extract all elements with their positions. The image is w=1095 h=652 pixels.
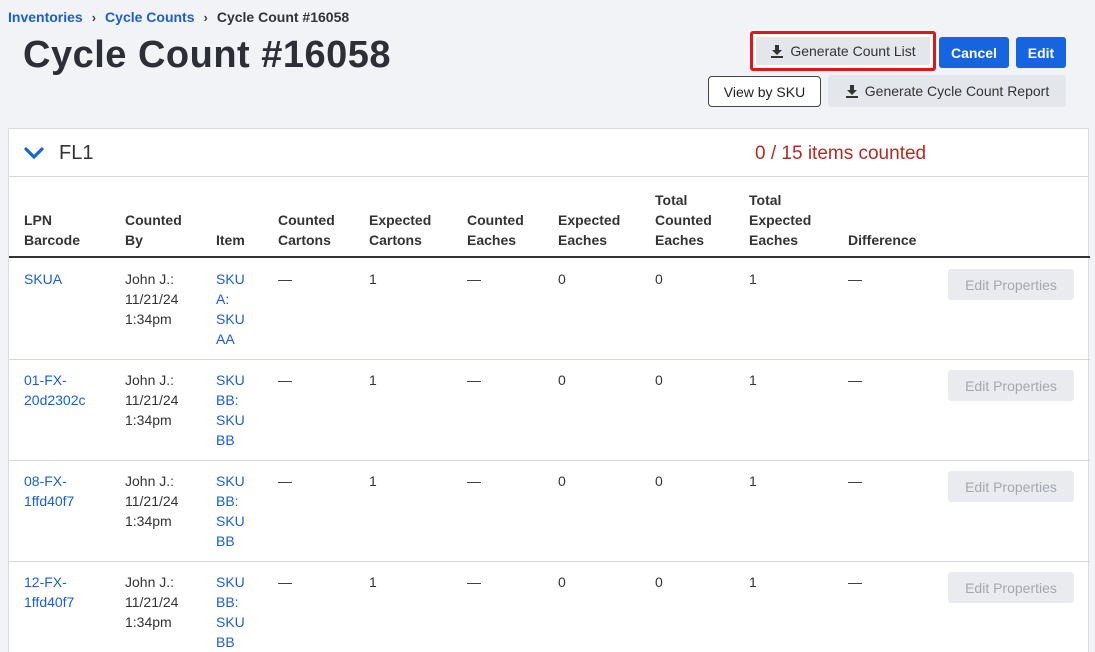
counted-by: John J.: 11/21/24 1:34pm [125,574,179,630]
header-counted-eaches: Counted Eaches [467,212,524,248]
expected-eaches: 0 [558,372,566,388]
expected-cartons: 1 [369,473,377,489]
counted-eaches: — [467,473,481,489]
lpn-barcode-link[interactable]: SKUA [24,269,62,289]
chevron-down-icon[interactable] [24,146,44,160]
expected-cartons: 1 [369,372,377,388]
table-row: SKUA John J.: 11/21/24 1:34pm SKU A: SKU AA —… [9,259,1090,360]
difference: — [848,473,862,489]
lpn-barcode-link[interactable]: 12-FX- 1ffd40f7 [24,572,74,612]
total-counted-eaches: 0 [655,271,663,287]
download-icon [771,45,784,58]
counted-by: John J.: 11/21/24 1:34pm [125,372,179,428]
panel-header[interactable]: FL1 0 / 15 items counted [9,129,1088,177]
lpn-barcode-link[interactable]: 08-FX- 1ffd40f7 [24,471,74,511]
breadcrumb-current: Cycle Count #16058 [216,9,350,25]
edit-properties-button[interactable]: Edit Properties [948,269,1074,300]
counted-eaches: — [467,271,481,287]
total-expected-eaches: 1 [749,574,757,590]
chevron-right-icon: › [91,9,97,25]
table-row: 12-FX- 1ffd40f7 John J.: 11/21/24 1:34pm SK… [9,562,1090,652]
item-link[interactable]: SKU BB: SKU BB [216,471,245,551]
difference: — [848,574,862,590]
header-counted-by: Counted By [125,212,182,248]
generate-count-list-label: Generate Count List [790,43,916,59]
counted-by: John J.: 11/21/24 1:34pm [125,473,179,529]
expected-cartons: 1 [369,574,377,590]
lpn-barcode-link[interactable]: 01-FX- 20d2302c [24,370,86,410]
download-icon [845,85,858,98]
counted-cartons: — [278,271,292,287]
header-total-expected-eaches: Total Expected Eaches [749,192,812,248]
difference: — [848,372,862,388]
difference: — [848,271,862,287]
total-counted-eaches: 0 [655,473,663,489]
table-header: LPN Barcode Counted By Item Counted Cartons… [9,178,1090,258]
items-counted-status: 0 / 15 items counted [755,143,927,164]
header-lpn-barcode: LPN Barcode [24,212,81,248]
header-expected-eaches: Expected Eaches [558,212,621,248]
cancel-button[interactable]: Cancel [939,37,1009,68]
expected-cartons: 1 [369,271,377,287]
item-link[interactable]: SKU A: SKU AA [216,269,245,349]
counted-by: John J.: 11/21/24 1:34pm [125,271,179,327]
breadcrumb-inventories[interactable]: Inventories [8,9,83,25]
item-link[interactable]: SKU BB: SKU BB [216,572,245,652]
table-row: 08-FX- 1ffd40f7 John J.: 11/21/24 1:34pm SK… [9,461,1090,562]
page-title: Cycle Count #16058 [23,34,392,76]
section-name: FL1 [59,142,94,164]
header-item: Item [216,232,245,248]
generate-report-label: Generate Cycle Count Report [864,83,1050,99]
breadcrumb-cycle-counts[interactable]: Cycle Counts [105,9,194,25]
location-panel: FL1 0 / 15 items counted LPN Barcode Coun… [8,128,1090,652]
header-difference: Difference [848,232,917,248]
total-counted-eaches: 0 [655,574,663,590]
total-counted-eaches: 0 [655,372,663,388]
view-by-sku-button[interactable]: View by SKU [708,76,821,107]
edit-button[interactable]: Edit [1016,37,1066,68]
table-row: 01-FX- 20d2302c John J.: 11/21/24 1:34pm SK… [9,360,1090,461]
chevron-right-icon: › [203,9,208,25]
header-total-counted-eaches: Total Counted Eaches [655,192,712,248]
generate-cycle-count-report-button[interactable]: Generate Cycle Count Report [828,75,1066,107]
header-expected-cartons: Expected Cartons [369,212,432,248]
breadcrumb: Inventories › Cycle Counts › Cycle Count… [8,9,349,25]
total-expected-eaches: 1 [749,473,757,489]
counted-cartons: — [278,574,292,590]
generate-count-list-button[interactable]: Generate Count List [750,31,936,71]
item-link[interactable]: SKU BB: SKU BB [216,370,245,450]
counted-cartons: — [278,372,292,388]
total-expected-eaches: 1 [749,271,757,287]
expected-eaches: 0 [558,574,566,590]
edit-properties-button[interactable]: Edit Properties [948,572,1074,603]
edit-properties-button[interactable]: Edit Properties [948,471,1074,502]
counted-cartons: — [278,473,292,489]
expected-eaches: 0 [558,271,566,287]
counted-eaches: — [467,574,481,590]
expected-eaches: 0 [558,473,566,489]
edit-properties-button[interactable]: Edit Properties [948,370,1074,401]
counted-eaches: — [467,372,481,388]
total-expected-eaches: 1 [749,372,757,388]
header-counted-cartons: Counted Cartons [278,212,335,248]
